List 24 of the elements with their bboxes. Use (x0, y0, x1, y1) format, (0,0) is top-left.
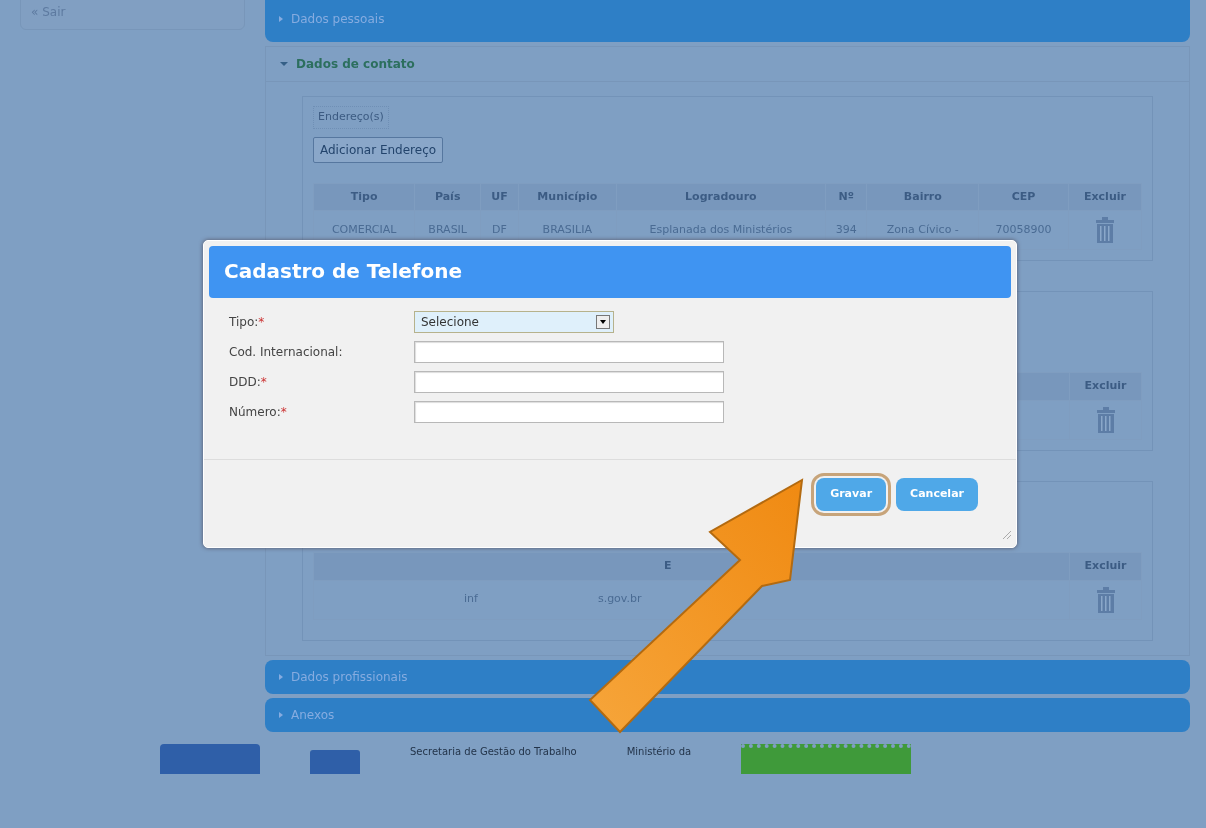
column-header: Tipo (313, 183, 415, 211)
column-header: UF (480, 183, 519, 211)
section-title: Dados pessoais (291, 11, 385, 28)
field-label: Tipo:* (229, 314, 266, 331)
column-header: Excluir (1068, 183, 1142, 211)
section-title: Dados profissionais (291, 669, 408, 686)
footer-text: Ministério da (626, 745, 692, 759)
section-title: Dados de contato (296, 56, 415, 73)
dialog-title: Cadastro de Telefone (209, 246, 1011, 298)
column-header: Município (518, 183, 617, 211)
field-label: DDD:* (229, 374, 268, 391)
column-header: Logradouro (616, 183, 826, 211)
column-header: Excluir (1069, 372, 1142, 400)
footer-text: Secretaria de Gestão do Trabalho (410, 745, 577, 759)
column-header: Bairro (866, 183, 979, 211)
column-header: País (414, 183, 481, 211)
column-header: CEP (978, 183, 1069, 211)
column-header: Nº (825, 183, 867, 211)
column-header: Excluir (1069, 552, 1142, 580)
section-title: Anexos (291, 707, 335, 724)
field-label: Número:* (229, 404, 288, 421)
field-label: Cod. Internacional: (229, 344, 344, 361)
column-header: E (313, 552, 1070, 580)
fieldset-legend: Endereço(s) (313, 106, 389, 129)
